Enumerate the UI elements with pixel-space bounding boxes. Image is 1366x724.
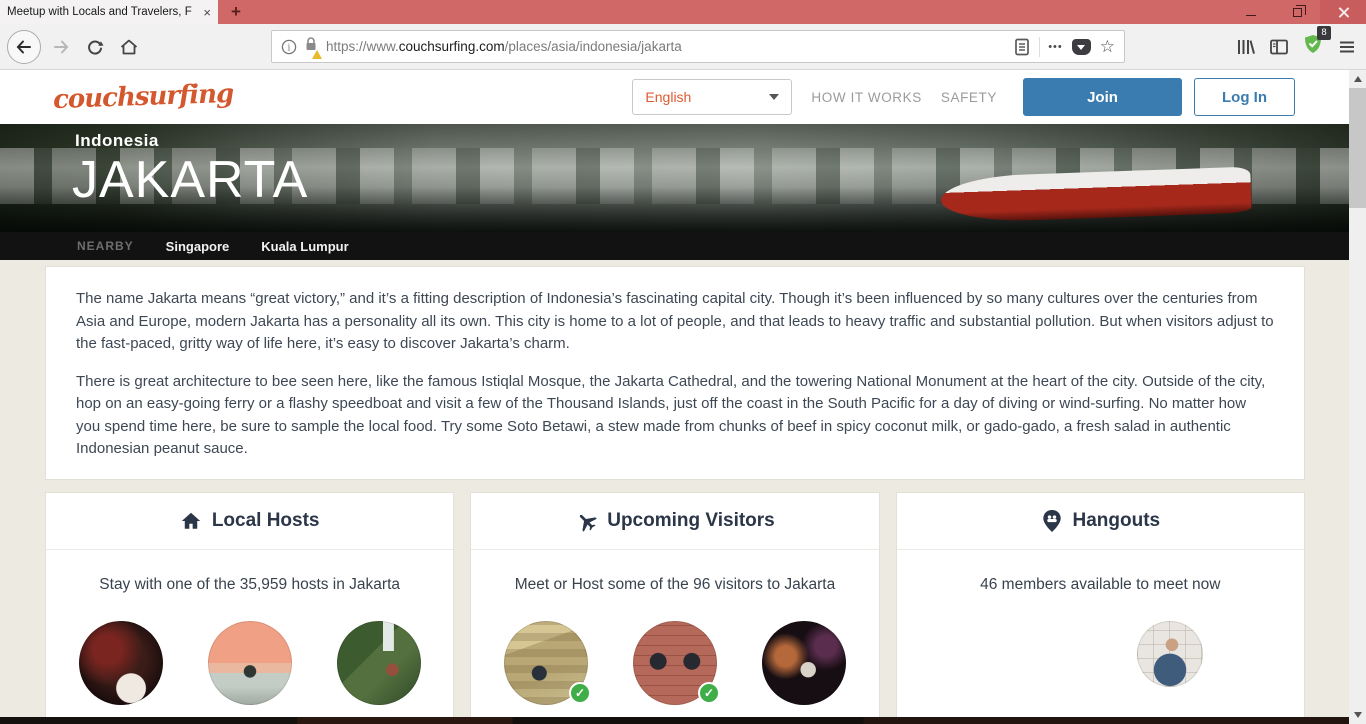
toolbar-right: 8 — [1222, 33, 1358, 60]
join-button[interactable]: Join — [1023, 78, 1182, 116]
close-icon — [1338, 7, 1349, 18]
avatar-row — [46, 621, 453, 705]
description-paragraph: There is great architecture to bee seen … — [76, 371, 1274, 461]
titlebar: Meetup with Locals and Travelers, F × + — [0, 0, 1366, 24]
nearby-link-kuala-lumpur[interactable]: Kuala Lumpur — [261, 239, 348, 254]
scrollbar-thumb[interactable] — [1349, 88, 1366, 208]
next-section-edge — [0, 717, 1349, 724]
library-icon[interactable] — [1234, 36, 1256, 58]
divider — [1039, 37, 1040, 57]
nav-safety[interactable]: SAFETY — [941, 90, 997, 105]
card-header: Hangouts — [897, 493, 1304, 550]
browser-toolbar: i https://www.couchsurfing.com/places/as… — [0, 24, 1366, 70]
city-description: The name Jakarta means “great victory,” … — [45, 266, 1305, 480]
scroll-up-icon[interactable] — [1354, 76, 1362, 82]
reader-mode-icon[interactable] — [1013, 37, 1031, 57]
browser-window: Meetup with Locals and Travelers, F × + … — [0, 0, 1366, 724]
window-minimize-button[interactable] — [1228, 0, 1274, 24]
mixed-content-lock-icon[interactable] — [304, 36, 318, 57]
feature-cards: Local Hosts Stay with one of the 35,959 … — [45, 492, 1305, 718]
header-controls: English HOW IT WORKS SAFETY Join Log In — [632, 78, 1295, 116]
nearby-link-singapore[interactable]: Singapore — [166, 239, 230, 254]
member-avatar[interactable] — [1137, 621, 1203, 687]
login-button[interactable]: Log In — [1194, 78, 1295, 116]
new-tab-button[interactable]: + — [218, 0, 254, 24]
local-hosts-card: Local Hosts Stay with one of the 35,959 … — [45, 492, 454, 718]
host-avatar[interactable] — [208, 621, 292, 705]
card-title: Hangouts — [1073, 510, 1161, 532]
card-header: Local Hosts — [46, 493, 453, 550]
nearby-label: NEARBY — [77, 239, 134, 253]
card-subtitle: Stay with one of the 35,959 hosts in Jak… — [46, 576, 453, 594]
page-info-icon[interactable]: i — [281, 39, 297, 55]
hangouts-card: Hangouts 46 members available to meet no… — [896, 492, 1305, 718]
vertical-scrollbar[interactable] — [1349, 70, 1366, 724]
restore-icon — [1293, 8, 1302, 17]
page-title: JAKARTA — [72, 150, 308, 210]
back-button[interactable] — [7, 30, 41, 64]
window-close-button[interactable] — [1320, 0, 1366, 24]
browser-tab[interactable]: Meetup with Locals and Travelers, F × — [0, 0, 218, 24]
pocket-icon[interactable] — [1072, 39, 1091, 55]
site-header: couchsurfing English HOW IT WORKS SAFETY… — [0, 70, 1366, 124]
tab-close-icon[interactable]: × — [203, 6, 211, 19]
card-subtitle: 46 members available to meet now — [897, 576, 1304, 594]
url-text[interactable]: https://www.couchsurfing.com/places/asia… — [326, 39, 1013, 54]
avatar-row: ✓ ✓ — [471, 621, 878, 705]
upcoming-visitors-card: Upcoming Visitors Meet or Host some of t… — [470, 492, 879, 718]
plane-icon — [571, 505, 602, 536]
host-avatar[interactable] — [337, 621, 421, 705]
description-paragraph: The name Jakarta means “great victory,” … — [76, 288, 1274, 356]
card-title: Upcoming Visitors — [607, 510, 775, 532]
minimize-icon — [1246, 15, 1256, 16]
home-icon — [180, 510, 202, 532]
hero-country: Indonesia — [75, 131, 159, 151]
window-controls — [1228, 0, 1366, 24]
bookmark-star-icon[interactable]: ☆ — [1100, 38, 1115, 55]
card-title: Local Hosts — [212, 510, 320, 532]
host-avatar[interactable] — [79, 621, 163, 705]
tab-title: Meetup with Locals and Travelers, F — [7, 6, 197, 18]
window-restore-button[interactable] — [1274, 0, 1320, 24]
nearby-bar: NEARBY Singapore Kuala Lumpur — [0, 232, 1366, 260]
language-select[interactable]: English — [632, 79, 792, 115]
shield-badge: 8 — [1317, 26, 1331, 40]
avatar-row — [897, 621, 1304, 687]
hero-banner: Indonesia JAKARTA — [0, 124, 1366, 232]
forward-arrow-icon — [51, 37, 71, 57]
forward-button[interactable] — [47, 33, 75, 61]
scroll-down-icon[interactable] — [1354, 712, 1362, 718]
home-button[interactable] — [115, 33, 143, 61]
hangouts-pin-icon — [1041, 509, 1063, 533]
protection-shield-icon[interactable]: 8 — [1302, 33, 1324, 60]
visitor-avatar[interactable] — [762, 621, 846, 705]
sidebar-icon[interactable] — [1268, 36, 1290, 58]
url-bar[interactable]: i https://www.couchsurfing.com/places/as… — [271, 30, 1125, 63]
svg-text:i: i — [288, 43, 291, 53]
home-icon — [119, 37, 139, 57]
visitor-avatar[interactable]: ✓ — [504, 621, 588, 705]
chevron-down-icon — [769, 94, 779, 100]
hamburger-menu-icon[interactable] — [1336, 36, 1358, 58]
nav-how-it-works[interactable]: HOW IT WORKS — [811, 90, 921, 105]
reload-icon — [85, 37, 105, 57]
reload-button[interactable] — [81, 33, 109, 61]
couchsurfing-logo[interactable]: couchsurfing — [53, 79, 234, 115]
verified-badge-icon: ✓ — [698, 682, 720, 704]
page-actions-icon[interactable]: ••• — [1048, 41, 1063, 53]
verified-badge-icon: ✓ — [569, 682, 591, 704]
visitor-avatar[interactable]: ✓ — [633, 621, 717, 705]
card-header: Upcoming Visitors — [471, 493, 878, 550]
card-subtitle: Meet or Host some of the 96 visitors to … — [471, 576, 878, 594]
back-arrow-icon — [14, 37, 34, 57]
warning-triangle-icon — [312, 50, 322, 59]
